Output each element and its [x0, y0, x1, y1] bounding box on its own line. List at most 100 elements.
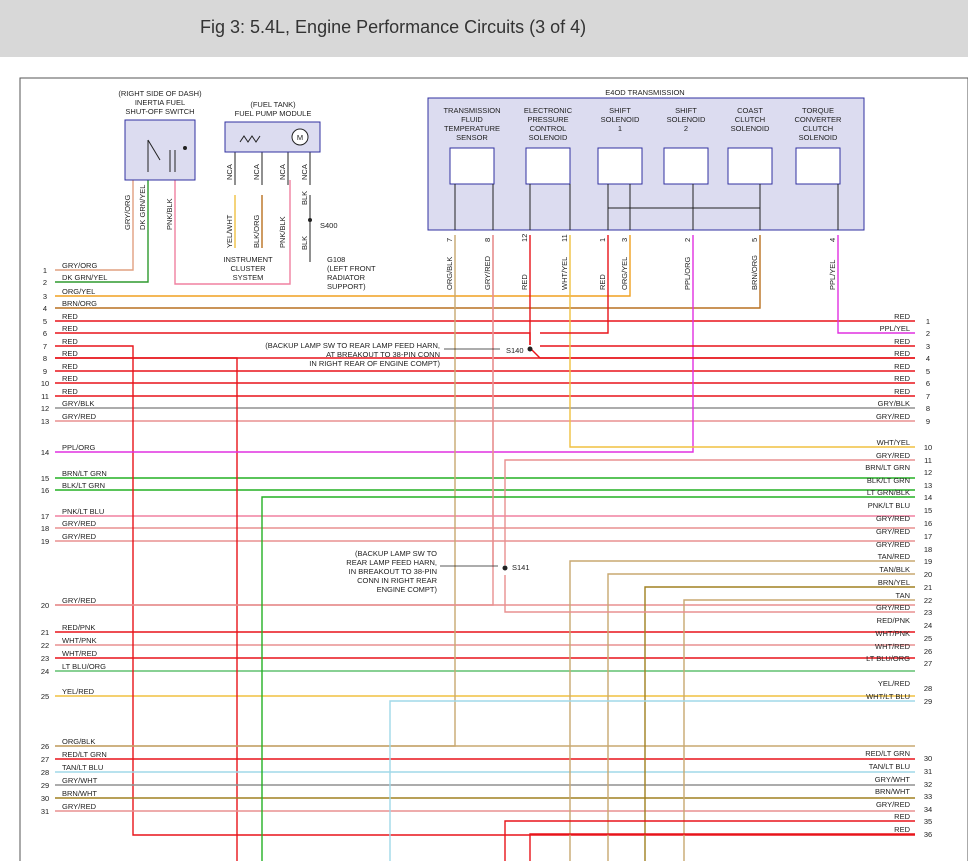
vertical-wire-label: BLK — [300, 236, 309, 250]
left-pin-number: 18 — [41, 524, 49, 533]
vertical-wire-label: BLK — [300, 191, 309, 205]
trans-component-label: TEMPERATURE — [444, 124, 500, 133]
right-pin-number: 5 — [926, 367, 930, 376]
svg-text:SUPPORT): SUPPORT) — [327, 282, 366, 291]
right-wire-label: TAN/LT BLU — [869, 762, 910, 771]
right-pin-number: 31 — [924, 767, 932, 776]
wire-red-r35 — [504, 820, 915, 861]
right-pin-number: 28 — [924, 684, 932, 693]
right-pin-number: 30 — [924, 754, 932, 763]
left-pin-number: 16 — [41, 486, 49, 495]
s141-note: (BACKUP LAMP SW TO REAR LAMP FEED HARN, … — [346, 549, 437, 594]
right-pin-number: 11 — [924, 456, 932, 465]
left-pin-number: 10 — [41, 379, 49, 388]
right-pin-number: 16 — [924, 519, 932, 528]
left-pin-number: 19 — [41, 537, 49, 546]
trans-component-label: CLUTCH — [803, 124, 833, 133]
s141-label: S141 — [512, 563, 530, 572]
vertical-wire-label: YEL/WHT — [225, 214, 234, 248]
left-pin-number: 12 — [41, 404, 49, 413]
trans-component-label: 2 — [684, 124, 688, 133]
right-pin-number: 20 — [924, 570, 932, 579]
vertical-wire-label: NCA — [225, 164, 234, 180]
left-pin-number: 9 — [43, 367, 47, 376]
right-pin-number: 34 — [924, 805, 932, 814]
right-wire-label: RED — [894, 349, 910, 358]
instrument-cluster-label: INSTRUMENT CLUSTER SYSTEM — [223, 255, 273, 282]
right-pin-number: 7 — [926, 392, 930, 401]
trans-component-box — [449, 147, 495, 185]
trans-component-label: COAST — [737, 106, 763, 115]
trans-pin-number: 12 — [520, 234, 529, 242]
right-wire-label: TAN — [896, 591, 910, 600]
right-pin-number: 35 — [924, 817, 932, 826]
vertical-wire-label: PNK/BLK — [278, 216, 287, 248]
left-wire-label: RED/PNK — [62, 623, 95, 632]
svg-text:IN RIGHT REAR OF ENGINE COMPT): IN RIGHT REAR OF ENGINE COMPT) — [309, 359, 440, 368]
wiring-diagram: (RIGHT SIDE OF DASH) INERTIA FUEL SHUT-O… — [19, 77, 968, 861]
left-pin-number: 24 — [41, 667, 49, 676]
s140-note: (BACKUP LAMP SW TO REAR LAMP FEED HARN, … — [265, 341, 440, 368]
right-pin-number: 18 — [924, 545, 932, 554]
wire-red-r36 — [529, 833, 915, 861]
vertical-wire-label: PPL/ORG — [683, 256, 692, 290]
right-pin-number: 19 — [924, 557, 932, 566]
trans-component-label: CLUTCH — [735, 115, 765, 124]
left-pin-number: 21 — [41, 628, 49, 637]
fuel-pump-label: (FUEL TANK) FUEL PUMP MODULE — [235, 100, 312, 118]
trans-component-box — [597, 147, 643, 185]
left-pin-number: 17 — [41, 512, 49, 521]
left-wire-label: ORG/BLK — [62, 737, 95, 746]
right-pin-number: 2 — [926, 329, 930, 338]
s140-label: S140 — [506, 346, 524, 355]
right-pin-number: 10 — [924, 443, 932, 452]
vertical-wire-label: NCA — [300, 164, 309, 180]
vertical-wire-label: GRY/ORG — [123, 195, 132, 230]
right-wire-label: TAN/BLK — [879, 565, 910, 574]
left-wire-label: DK GRN/YEL — [62, 273, 107, 282]
right-wire-label: RED/LT GRN — [865, 749, 910, 758]
right-wire-label: WHT/LT BLU — [866, 692, 910, 701]
trans-component-label: CONTROL — [530, 124, 567, 133]
right-pin-number: 25 — [924, 634, 932, 643]
right-pin-number: 4 — [926, 354, 930, 363]
components: (RIGHT SIDE OF DASH) INERTIA FUEL SHUT-O… — [118, 88, 865, 594]
left-wire-label: GRY/RED — [62, 412, 97, 421]
left-wire-label: RED/LT GRN — [62, 750, 107, 759]
trans-pin-number: 5 — [750, 238, 759, 242]
svg-text:INERTIA FUEL: INERTIA FUEL — [135, 98, 185, 107]
trans-component-label: TORQUE — [802, 106, 834, 115]
right-wire-label: GRY/WHT — [875, 775, 911, 784]
trans-component-label: TRANSMISSION — [443, 106, 500, 115]
wire-tan-blk — [607, 573, 915, 861]
svg-text:(BACKUP LAMP SW TO REAR LAMP F: (BACKUP LAMP SW TO REAR LAMP FEED HARN, — [265, 341, 440, 350]
vertical-wire-label: GRY/RED — [483, 255, 492, 290]
left-wire-label: WHT/RED — [62, 649, 98, 658]
vertical-wire-label: DK GRN/YEL — [138, 185, 147, 230]
right-wire-label: GRY/RED — [876, 514, 911, 523]
right-pin-number: 22 — [924, 596, 932, 605]
vertical-wire-label: BRN/ORG — [750, 255, 759, 290]
trans-pin-number: 11 — [560, 234, 569, 242]
trans-pin-number: 7 — [445, 238, 454, 242]
svg-text:CLUSTER: CLUSTER — [230, 264, 266, 273]
left-wire-label: BRN/LT GRN — [62, 469, 107, 478]
vertical-wire-label: PNK/BLK — [165, 198, 174, 230]
right-wire-label: GRY/RED — [876, 800, 911, 809]
left-wire-label: RED — [62, 374, 78, 383]
right-pin-number: 13 — [924, 481, 932, 490]
svg-text:G108: G108 — [327, 255, 345, 264]
right-pin-number: 1 — [926, 317, 930, 326]
trans-component-box — [795, 147, 841, 185]
right-pin-number: 23 — [924, 608, 932, 617]
left-wire-label: GRY/BLK — [62, 399, 94, 408]
left-wire-label: LT BLU/ORG — [62, 662, 106, 671]
right-pin-number: 9 — [926, 417, 930, 426]
left-pin-number: 11 — [41, 392, 49, 401]
s400-label: S400 — [320, 221, 338, 230]
left-pin-number: 27 — [41, 755, 49, 764]
trans-pin-number: 4 — [828, 238, 837, 242]
trans-pin-number: 8 — [483, 238, 492, 242]
trans-component-box — [525, 147, 571, 185]
vertical-wire-label: ORG/YEL — [620, 257, 629, 290]
